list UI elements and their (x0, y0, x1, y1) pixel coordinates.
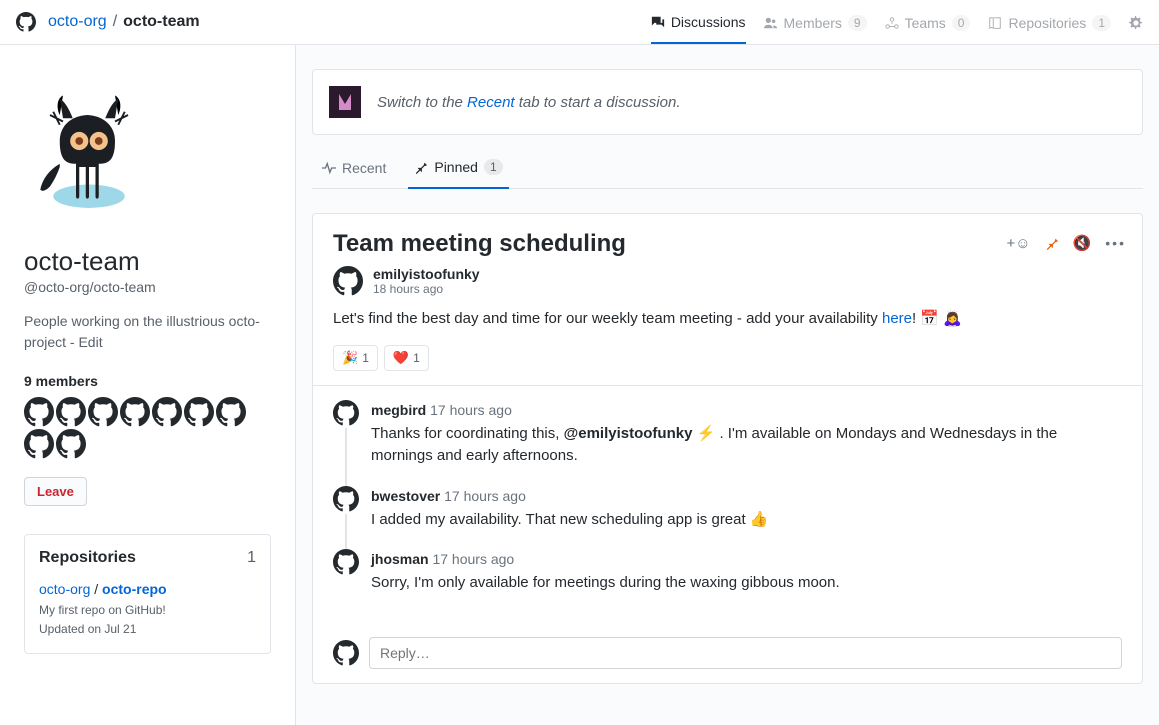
mute-button[interactable]: 🔇 (1073, 234, 1092, 252)
add-reaction-button[interactable]: +☺ (1007, 235, 1031, 252)
start-discussion-notice: Switch to the Recent tab to start a disc… (312, 69, 1143, 135)
author-name[interactable]: emilyistoofunky (373, 266, 480, 282)
reply-input[interactable] (369, 637, 1122, 669)
team-slug: @octo-org/octo-team (24, 279, 271, 295)
tab-discussions[interactable]: Discussions (651, 14, 746, 44)
pin-icon (414, 160, 428, 174)
member-avatar[interactable] (88, 397, 118, 427)
discussion-actions: +☺ 🔇 ••• (1007, 234, 1126, 252)
member-avatar[interactable] (24, 397, 54, 427)
tab-members-label: Members (784, 15, 842, 31)
discussion-title: Team meeting scheduling (333, 230, 1122, 258)
member-avatar[interactable] (56, 397, 86, 427)
reaction-button[interactable]: ❤️1 (384, 345, 429, 371)
subtab-pinned[interactable]: Pinned 1 (408, 151, 508, 189)
user-mention[interactable]: @emilyistoofunky (564, 425, 693, 442)
reply-time: 17 hours ago (432, 551, 514, 567)
member-avatar[interactable] (24, 429, 54, 459)
kebab-menu-button[interactable]: ••• (1105, 235, 1126, 251)
tab-teams[interactable]: Teams 0 (885, 15, 971, 43)
team-avatar (24, 89, 154, 219)
comment-discussion-icon (651, 15, 665, 29)
reply-author[interactable]: jhosman (371, 551, 429, 567)
main-content: Switch to the Recent tab to start a disc… (296, 45, 1159, 725)
pulse-icon (322, 161, 336, 175)
top-tab-nav: Discussions Members 9 Teams 0 Repositori… (651, 14, 1143, 31)
notice-avatar (329, 86, 361, 118)
member-avatar-grid (24, 397, 271, 459)
reply-avatar[interactable] (333, 549, 359, 575)
breadcrumb-org-link[interactable]: octo-org (48, 13, 107, 31)
repo-link[interactable]: octo-org / octo-repo (39, 581, 256, 597)
discussion-subtabs: Recent Pinned 1 (312, 151, 1143, 189)
repo-org-link[interactable]: octo-org (39, 581, 90, 597)
current-user-avatar (333, 640, 359, 666)
tab-teams-label: Teams (905, 15, 946, 31)
people-icon (764, 16, 778, 30)
reply-body: Sorry, I'm only available for meetings d… (371, 572, 840, 595)
reply-time: 17 hours ago (430, 402, 512, 418)
discussion-body: Let's find the best day and time for our… (313, 308, 1142, 345)
reply-author[interactable]: bwestover (371, 488, 440, 504)
pinned-count-badge: 1 (484, 159, 503, 175)
team-title: octo-team (24, 246, 271, 277)
members-count-badge: 9 (848, 15, 867, 31)
leave-button[interactable]: Leave (24, 477, 87, 506)
sidebar: octo-team @octo-org/octo-team People wor… (0, 45, 296, 725)
repo-icon (988, 16, 1002, 30)
edit-description-link[interactable]: Edit (78, 334, 102, 350)
member-avatar[interactable] (152, 397, 182, 427)
reply-input-row (313, 627, 1142, 683)
reply-body: I added my availability. That new schedu… (371, 509, 769, 532)
pin-button[interactable] (1045, 236, 1059, 250)
member-avatar[interactable] (216, 397, 246, 427)
tab-settings[interactable] (1129, 16, 1143, 42)
notice-text: Switch to the Recent tab to start a disc… (377, 94, 681, 111)
reactions-bar: 🎉1 ❤️1 (313, 345, 1142, 385)
reply-author[interactable]: megbird (371, 402, 426, 418)
reply-time: 17 hours ago (444, 488, 526, 504)
repo-updated: Updated on Jul 21 (39, 620, 256, 639)
repo-description: My first repo on GitHub! (39, 601, 256, 620)
subtab-recent-label: Recent (342, 160, 386, 176)
reaction-button[interactable]: 🎉1 (333, 345, 378, 371)
subtab-recent[interactable]: Recent (316, 151, 392, 188)
member-avatar[interactable] (120, 397, 150, 427)
breadcrumb: octo-org / octo-team (16, 12, 200, 32)
repos-count-badge: 1 (1092, 15, 1111, 31)
subtab-pinned-label: Pinned (434, 159, 478, 175)
tab-discussions-label: Discussions (671, 14, 746, 30)
member-avatar[interactable] (56, 429, 86, 459)
post-time: 18 hours ago (373, 282, 480, 296)
org-avatar-icon (16, 12, 36, 32)
repo-name-link[interactable]: octo-repo (102, 581, 167, 597)
discussion-card: +☺ 🔇 ••• Team meeting scheduling emilyis… (312, 213, 1143, 684)
team-icon (885, 16, 899, 30)
notice-recent-link[interactable]: Recent (467, 94, 515, 111)
members-heading: 9 members (24, 373, 271, 389)
repositories-box: Repositories 1 octo-org / octo-repo My f… (24, 534, 271, 654)
reply-item: megbird 17 hours ago Thanks for coordina… (333, 400, 1122, 468)
author-avatar[interactable] (333, 266, 363, 296)
tab-repositories-label: Repositories (1008, 15, 1086, 31)
tab-members[interactable]: Members 9 (764, 15, 867, 43)
repositories-heading: Repositories 1 (39, 549, 256, 567)
breadcrumb-team: octo-team (123, 13, 199, 31)
team-description: People working on the illustrious octo-p… (24, 311, 271, 353)
replies-thread: megbird 17 hours ago Thanks for coordina… (313, 385, 1142, 627)
member-avatar[interactable] (184, 397, 214, 427)
reply-avatar[interactable] (333, 486, 359, 512)
tab-repositories[interactable]: Repositories 1 (988, 15, 1111, 43)
reply-item: jhosman 17 hours ago Sorry, I'm only ava… (333, 549, 1122, 595)
teams-count-badge: 0 (952, 15, 971, 31)
gear-icon (1129, 16, 1143, 30)
availability-link[interactable]: here (882, 310, 912, 327)
reply-body: Thanks for coordinating this, @emilyisto… (371, 423, 1122, 468)
reply-avatar[interactable] (333, 400, 359, 426)
top-bar: octo-org / octo-team Discussions Members… (0, 0, 1159, 45)
breadcrumb-separator: / (113, 13, 117, 31)
repositories-count: 1 (247, 549, 256, 567)
reply-item: bwestover 17 hours ago I added my availa… (333, 486, 1122, 532)
